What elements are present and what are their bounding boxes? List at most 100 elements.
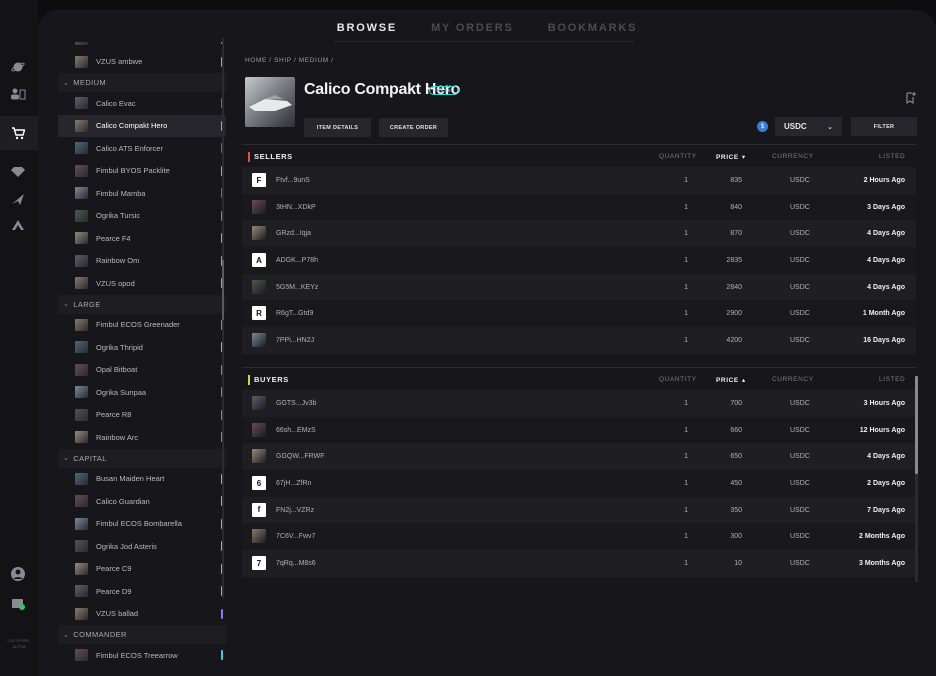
ship-thumbnail — [75, 341, 88, 354]
category-label: MEDIUM — [73, 78, 107, 87]
ship-thumbnail — [75, 649, 88, 662]
order-row[interactable]: R R6gT...Gtd9 1 2900 USDC 1 Month Ago — [242, 300, 916, 328]
sidebar-item[interactable]: Fimbul ECOS Greenader — [58, 314, 226, 337]
order-row[interactable]: 3tHN...XDkP 1 840 USDC 3 Days Ago — [242, 193, 916, 221]
order-row[interactable]: F Ftvf...9unS 1 835 USDC 2 Hours Ago — [242, 167, 916, 194]
category-label: COMMANDER — [73, 630, 127, 639]
order-row[interactable]: f FN2j...VZRz 1 350 USDC 7 Days Ago — [242, 496, 916, 524]
sellers-title-text: SELLERS — [254, 152, 293, 161]
diamond-icon[interactable] — [9, 163, 27, 181]
sidebar-item-label: Ogrika Jod Asteris — [96, 541, 157, 551]
sidebar-item[interactable]: Ogrika Jod Asteris — [58, 535, 226, 558]
currency-select[interactable]: USDC ⌄ — [775, 117, 842, 136]
sidebar-item[interactable]: Pearce D9 — [58, 580, 226, 603]
people-icon[interactable] — [9, 85, 27, 103]
wallet-icon[interactable] — [9, 594, 27, 612]
sidebar-item[interactable]: Ogrika Sunpaa — [58, 381, 226, 404]
order-row[interactable]: GGTS...Jv3b 1 700 USDC 3 Hours Ago — [242, 390, 916, 417]
cart-icon[interactable] — [9, 124, 27, 142]
category-header[interactable]: ⌄ MEDIUM — [58, 73, 226, 92]
tab-bookmarks[interactable]: BOOKMARKS — [548, 20, 638, 42]
sidebar-item[interactable]: Fimbul BYOS Packlite — [58, 160, 226, 183]
sidebar-item[interactable]: Fimbul Mamba — [58, 182, 226, 205]
ship-thumbnail — [75, 607, 88, 620]
category-header[interactable]: ⌄ COMMANDER — [58, 625, 226, 644]
ship-thumbnail — [75, 408, 88, 421]
price-column-header-text: PRICE — [716, 377, 739, 384]
sidebar-item-label: Pearce D9 — [96, 586, 132, 596]
sidebar-item[interactable]: VZUS ballad — [58, 603, 226, 626]
sidebar-item[interactable]: Calico Evac — [58, 92, 226, 115]
planet-icon[interactable] — [9, 58, 27, 76]
item-thumbnail — [245, 77, 295, 127]
price-column-header[interactable]: PRICE ▾ — [716, 153, 746, 161]
sidebar-item[interactable]: VZUS opod — [58, 272, 226, 295]
category-sidebar: VZUS Pulse VZUS ambwe ⌄MEDIUM Calico Evac Ca… — [58, 42, 226, 676]
sidebar-item[interactable]: Pearce C9 — [58, 558, 226, 581]
order-row[interactable]: GGQW...FRWF 1 650 USDC 4 Days Ago — [242, 443, 916, 471]
buyers-scrollbar[interactable] — [915, 376, 918, 582]
quantity-cell: 1 — [684, 479, 688, 487]
tab-my-orders[interactable]: MY ORDERS — [431, 20, 514, 42]
breadcrumb: HOME / SHIP / MEDIUM / — [245, 57, 334, 64]
sidebar-item[interactable]: VZUS Pulse — [58, 42, 226, 51]
seller-name: 7C6V...Fwv7 — [276, 533, 316, 541]
user-avatar: R — [252, 306, 266, 321]
user-avatar — [252, 333, 266, 348]
sidebar-item-label: Calico Evac — [96, 98, 136, 108]
seller-name: Ftvf...9unS — [276, 176, 310, 184]
sidebar-item[interactable]: Pearce F4 — [58, 227, 226, 250]
sidebar-item[interactable]: Rainbow Arc — [58, 426, 226, 449]
quantity-cell: 1 — [684, 203, 688, 211]
sidebar-item[interactable]: Fimbul ECOS Bombarella — [58, 513, 226, 536]
sidebar-item[interactable]: Opal Bitboat — [58, 359, 226, 382]
faction-icon[interactable] — [9, 216, 27, 234]
bookmark-add-icon[interactable] — [906, 92, 916, 104]
sidebar-item[interactable]: Rainbow Om — [58, 250, 226, 273]
ship-icon[interactable] — [9, 190, 27, 208]
listed-cell: 3 Days Ago — [867, 203, 905, 211]
order-row[interactable]: 7C6V...Fwv7 1 300 USDC 2 Months Ago — [242, 523, 916, 551]
order-row[interactable]: 5G5M...KEYz 1 2840 USDC 4 Days Ago — [242, 273, 916, 301]
filter-button[interactable]: FILTER — [851, 117, 917, 136]
quantity-column-header-text: QUANTITY — [659, 153, 697, 160]
seller-name: 7PPi...HN2J — [276, 336, 315, 344]
create-order-button[interactable]: CREATE ORDER — [379, 118, 448, 137]
order-row[interactable]: 7 7qRq...M8s6 1 10 USDC 3 Months Ago — [242, 550, 916, 577]
tab-divider — [334, 41, 634, 42]
sidebar-item-label: VZUS ballad — [96, 609, 139, 619]
sidebar-item[interactable]: Pearce R8 — [58, 404, 226, 427]
currency-select-value: USDC — [784, 122, 807, 131]
order-row[interactable]: 7PPi...HN2J 1 4200 USDC 16 Days Ago — [242, 327, 916, 354]
item-details-button[interactable]: ITEM DETAILS — [304, 118, 371, 137]
sidebar-item[interactable]: Fimbul ECOS Treearrow — [58, 644, 226, 667]
currency-cell: USDC — [790, 230, 810, 238]
quantity-cell: 1 — [684, 283, 688, 291]
sidebar-scroll-thumb[interactable] — [222, 260, 224, 320]
avatar-letter: A — [256, 255, 262, 265]
price-cell: 450 — [730, 479, 742, 487]
user-avatar: F — [252, 173, 266, 187]
buyers-scroll-thumb[interactable] — [915, 376, 918, 474]
order-row[interactable]: 66sh...EMzS 1 660 USDC 12 Hours Ago — [242, 416, 916, 444]
sidebar-item[interactable]: Calico ATS Enforcer — [58, 137, 226, 160]
profile-icon[interactable] — [9, 565, 27, 583]
listed-cell: 12 Hours Ago — [859, 426, 905, 434]
sidebar-item[interactable]: Busan Maiden Heart — [58, 468, 226, 491]
sidebar-item[interactable]: VZUS ambwe — [58, 51, 226, 74]
order-row[interactable]: 6 67jH...ZfRn 1 450 USDC 2 Days Ago — [242, 470, 916, 497]
sidebar-item[interactable]: Ogrika Tursic — [58, 205, 226, 228]
sidebar-item-label: VZUS ambwe — [96, 57, 143, 67]
sidebar-item[interactable]: Ogrika Thripid — [58, 336, 226, 359]
tab-browse[interactable]: BROWSE — [337, 20, 397, 42]
price-cell: 660 — [730, 426, 742, 434]
order-row[interactable]: A ADGK...P78h 1 2835 USDC 4 Days Ago — [242, 247, 916, 274]
sidebar-item[interactable]: Calico Compakt Hero — [58, 114, 226, 137]
order-row[interactable]: GRzd...Iqja 1 870 USDC 4 Days Ago — [242, 220, 916, 248]
price-column-header[interactable]: PRICE ▴ — [716, 376, 746, 384]
sidebar-item[interactable]: Calico Guardian — [58, 490, 226, 513]
category-header[interactable]: ⌄ CAPITAL — [58, 448, 226, 468]
sidebar-scrollbar[interactable] — [222, 38, 224, 598]
category-header[interactable]: ⌄ LARGE — [58, 294, 226, 314]
price-cell: 840 — [730, 203, 742, 211]
